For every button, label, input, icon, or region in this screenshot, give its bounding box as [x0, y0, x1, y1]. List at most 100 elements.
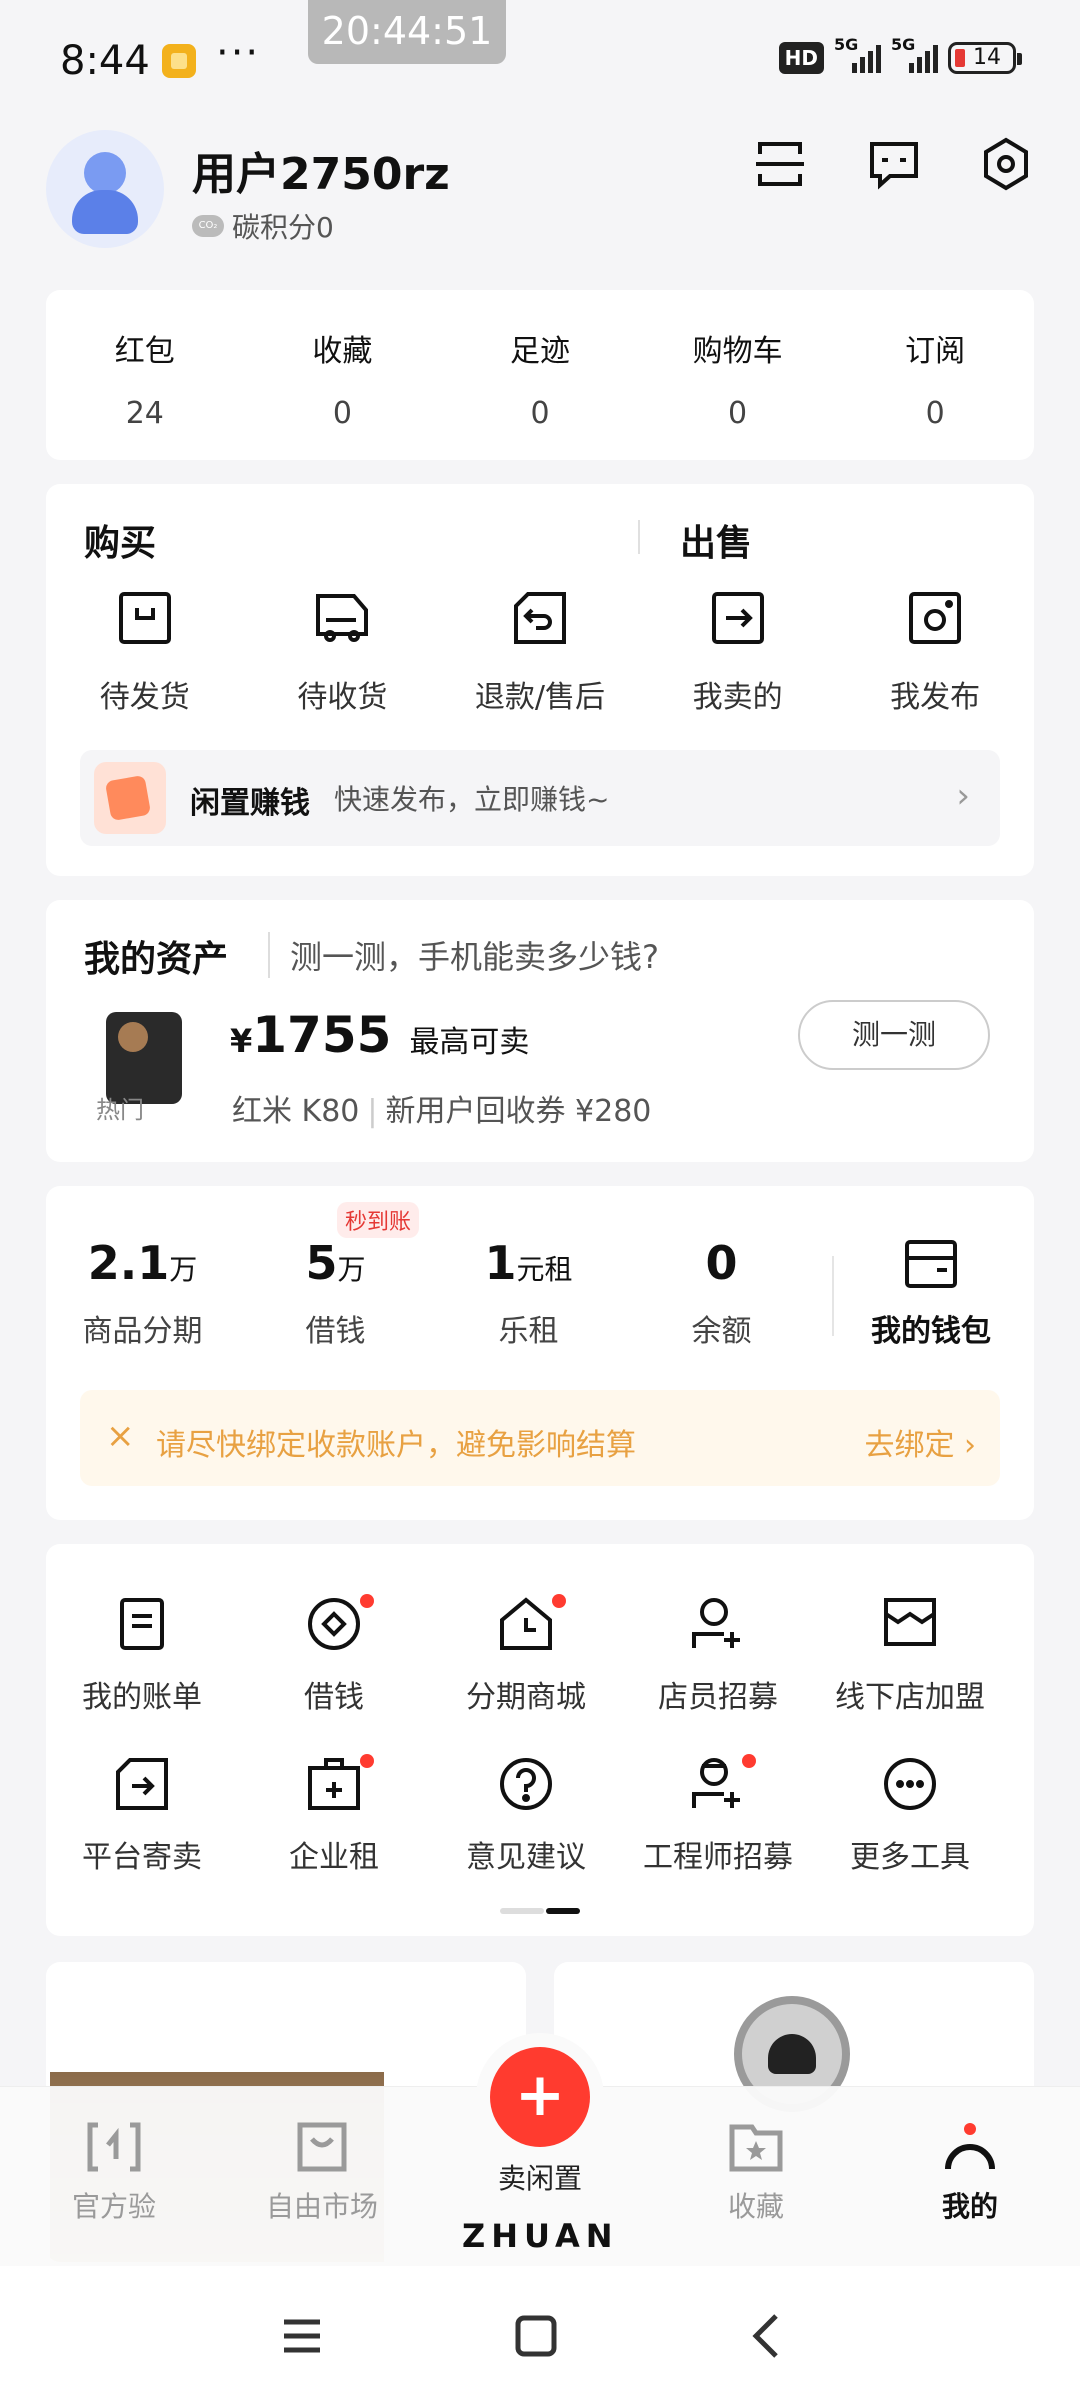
truck-icon: [316, 594, 369, 642]
return-icon: [513, 592, 566, 644]
cloud-co2-icon: CO₂: [192, 215, 224, 237]
recording-clock: 20:44:51: [308, 0, 506, 64]
tool-more[interactable]: 更多工具: [814, 1754, 1006, 1876]
carbon-label: 碳积分0: [232, 211, 334, 244]
close-icon[interactable]: ×: [106, 1416, 135, 1456]
tab-official-check[interactable]: 官方验: [14, 2117, 214, 2225]
brand-logo: ZHUAN: [462, 2217, 619, 2255]
page-indicator: [500, 1908, 580, 1914]
finance-rent[interactable]: 1元租 乐租: [432, 1236, 625, 1350]
idle-earn-banner[interactable]: 闲置赚钱 快速发布，立即赚钱~ ›: [80, 750, 1000, 846]
status-bar: 8:44 ··· 20:44:51 HD 5G 5G 14: [0, 0, 1080, 120]
assets-subtitle: 测一测，手机能卖多少钱?: [268, 932, 659, 978]
battery-icon: 14: [948, 42, 1022, 74]
coin-icon: [308, 1598, 360, 1650]
back-icon[interactable]: [738, 2306, 798, 2366]
stat-red-packet[interactable]: 红包 24: [46, 290, 244, 460]
assets-card: 我的资产 测一测，手机能卖多少钱? 热门 ¥1755 最高可卖 红米 K80 | 新用…: [46, 900, 1034, 1162]
hd-voice-icon: HD: [778, 42, 824, 74]
home-icon[interactable]: [506, 2306, 566, 2366]
tool-enterprise-rent[interactable]: 企业租: [238, 1754, 430, 1876]
bill-icon: [120, 1598, 164, 1650]
market-icon: [297, 2122, 347, 2172]
stat-subscriptions[interactable]: 订阅 0: [836, 290, 1034, 460]
bind-link[interactable]: 去绑定 ›: [864, 1420, 976, 1464]
order-published[interactable]: 我发布: [836, 588, 1034, 716]
me-icon: [945, 2123, 995, 2170]
divider: [832, 1256, 834, 1336]
tab-bar: 官方验 自由市场 + 卖闲置 ZHUAN 收藏 我的: [0, 2047, 1080, 2266]
star-folder-icon: [729, 2124, 783, 2172]
tool-staff-recruit[interactable]: 店员招募: [622, 1594, 814, 1716]
sell-idle-button[interactable]: + 卖闲置: [470, 2047, 610, 2197]
sell-title: 出售: [680, 523, 753, 564]
idle-pen-icon: [94, 762, 166, 834]
user-add-icon: [692, 1598, 740, 1648]
app-notification-icon: [162, 44, 196, 78]
instant-badge: 秒到账: [337, 1202, 420, 1238]
price: ¥1755 最高可卖: [230, 1006, 530, 1064]
question-icon: [500, 1758, 552, 1810]
tool-store-join[interactable]: 线下店加盟: [814, 1594, 1006, 1716]
store-icon: [884, 1598, 936, 1646]
model-info: 红米 K80 | 新用户回收券 ¥280: [232, 1094, 652, 1129]
orders-card: 购买 出售 待发货 待收货 退款/售后 我卖的 我发布 闲置赚钱 快速发布，立即…: [46, 484, 1034, 876]
home-clock-icon: [500, 1597, 552, 1650]
more-notifications-icon: ···: [216, 30, 261, 76]
wallet-button[interactable]: 我的钱包: [866, 1236, 996, 1350]
finance-balance[interactable]: 0 余额: [625, 1236, 818, 1350]
notice-text: 请尽快绑定收款账户，避免影响结算: [156, 1428, 636, 1463]
stat-footprints[interactable]: 足迹 0: [441, 290, 639, 460]
username[interactable]: 用户2750rz: [192, 138, 450, 202]
consign-icon: [116, 1758, 168, 1810]
tool-engineer-recruit[interactable]: 工程师招募: [622, 1754, 814, 1876]
buy-title: 购买: [84, 523, 157, 564]
official-check-icon: [87, 2122, 141, 2172]
tools-card: 我的账单 借钱 分期商城 店员招募 线下店加盟 平台寄卖 企业租 意见建议 工程…: [46, 1544, 1034, 1936]
signal-icon: 5G: [834, 35, 881, 73]
assets-title: 我的资产: [84, 939, 229, 980]
system-nav-bar: [0, 2266, 1080, 2400]
idle-title: 闲置赚钱: [190, 786, 310, 821]
more-icon: [884, 1758, 936, 1810]
engineer-add-icon: [692, 1758, 740, 1808]
tab-favorites[interactable]: 收藏: [656, 2117, 856, 2225]
camera-icon: [909, 592, 962, 644]
chevron-right-icon: ›: [956, 776, 970, 816]
test-button[interactable]: 测一测: [798, 1000, 990, 1070]
avatar[interactable]: [46, 130, 164, 248]
stats-card: 红包 24 收藏 0 足迹 0 购物车 0 订阅 0: [46, 290, 1034, 460]
scan-icon[interactable]: [752, 136, 808, 192]
box-icon: [118, 592, 171, 644]
order-to-ship[interactable]: 待发货: [46, 588, 244, 716]
order-sold[interactable]: 我卖的: [639, 588, 837, 716]
finance-card: 2.1万 商品分期 秒到账 5万 借钱 1元租 乐租 0 余额 我的钱包 × 请…: [46, 1186, 1034, 1520]
tool-consign[interactable]: 平台寄卖: [46, 1754, 238, 1876]
tool-bill[interactable]: 我的账单: [46, 1594, 238, 1716]
order-refund[interactable]: 退款/售后: [441, 588, 639, 716]
wallet-icon: [905, 1240, 957, 1288]
stat-favorites[interactable]: 收藏 0: [244, 290, 442, 460]
briefcase-icon: [308, 1758, 360, 1810]
signal-icon-2: 5G: [891, 35, 938, 73]
message-icon[interactable]: [866, 136, 922, 192]
hot-tag: 热门: [96, 1096, 144, 1124]
finance-loan[interactable]: 秒到账 5万 借钱: [239, 1202, 432, 1350]
tab-mine[interactable]: 我的: [870, 2117, 1070, 2225]
bind-account-notice: × 请尽快绑定收款账户，避免影响结算 去绑定 ›: [80, 1390, 1000, 1486]
finance-installment[interactable]: 2.1万 商品分期: [46, 1236, 239, 1350]
menu-icon[interactable]: [272, 2306, 332, 2366]
carbon-points[interactable]: CO₂ 碳积分0: [192, 206, 334, 246]
tab-free-market[interactable]: 自由市场: [222, 2117, 422, 2225]
order-to-receive[interactable]: 待收货: [244, 588, 442, 716]
tool-loan[interactable]: 借钱: [238, 1594, 430, 1716]
idle-desc: 快速发布，立即赚钱~: [334, 783, 610, 816]
tool-feedback[interactable]: 意见建议: [430, 1754, 622, 1876]
arrow-box-icon: [711, 592, 764, 644]
status-time: 8:44: [60, 38, 150, 84]
settings-icon[interactable]: [978, 136, 1034, 192]
plus-icon: +: [490, 2047, 590, 2147]
tool-installment-mall[interactable]: 分期商城: [430, 1594, 622, 1716]
divider: [638, 520, 640, 554]
stat-cart[interactable]: 购物车 0: [639, 290, 837, 460]
